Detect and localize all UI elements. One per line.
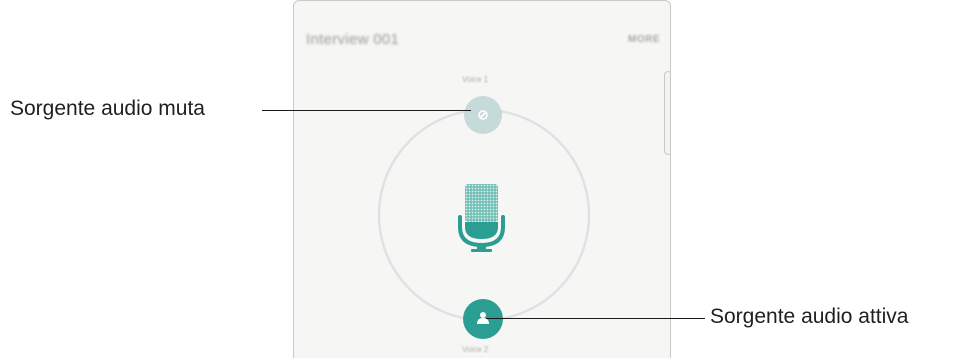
microphone-grille bbox=[465, 184, 498, 222]
recording-stage bbox=[377, 96, 591, 339]
microphone-base bbox=[471, 249, 492, 252]
callout-muted-label: Sorgente audio muta bbox=[10, 97, 205, 120]
callout-active-label: Sorgente audio attiva bbox=[710, 305, 909, 328]
speaker-button-voice-2-active[interactable] bbox=[463, 299, 503, 339]
callout-muted-line bbox=[262, 110, 471, 111]
speaker-button-voice-1-muted[interactable] bbox=[464, 96, 502, 134]
microphone-icon bbox=[458, 184, 505, 252]
phone-screen: Interview 001 MORE Voice 1 Voice 2 bbox=[293, 0, 671, 358]
microphone-body bbox=[465, 222, 498, 239]
callout-active-line bbox=[486, 318, 705, 319]
